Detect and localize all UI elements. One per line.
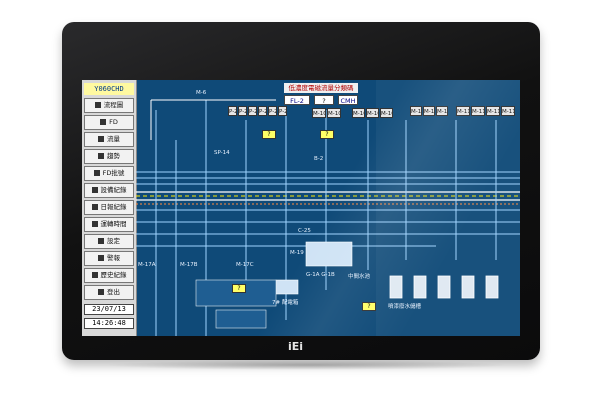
label-sp14: SP-14 — [214, 150, 230, 156]
diagram-title: 低濃度電磁流量分類碼 — [284, 83, 358, 93]
unit-m11a[interactable]: M-11A — [410, 106, 422, 116]
unit-p2e[interactable]: P-2E — [268, 106, 277, 116]
brand-logo: iEi — [288, 340, 304, 353]
daily-report-icon — [91, 204, 98, 210]
settings-icon — [98, 238, 104, 244]
unit-m11e[interactable]: M-11E — [471, 106, 485, 116]
alarm-icon — [98, 255, 104, 261]
sidebar-button-settings[interactable]: 設定 — [84, 234, 134, 249]
sidebar-button-alarm[interactable]: 警報 — [84, 251, 134, 266]
flow-chart-icon — [94, 102, 101, 108]
unit-p2b[interactable]: P-2B — [238, 106, 247, 116]
sidebar-button-batch[interactable]: FD批號 — [84, 166, 134, 181]
hmi-screen: Y060CHD 流程圖 FD 流量 趨勢 FD批號 設備紀錄 日報紀錄 運轉時間… — [82, 80, 520, 336]
sidebar-button-trend[interactable]: 趨勢 — [84, 149, 134, 164]
sidebar-header: Y060CHD — [84, 83, 134, 95]
label-m19: M-19 — [290, 250, 304, 256]
value-box-4[interactable]: ? — [362, 302, 376, 311]
fl-label: FL-2 — [284, 95, 310, 105]
date-display: 23/07/13 — [84, 304, 134, 315]
fl-value[interactable]: ? — [314, 95, 334, 105]
sidebar-button-logout[interactable]: 登出 — [84, 285, 134, 300]
unit-p2d[interactable]: P-2D — [258, 106, 267, 116]
sidebar-button-runtime[interactable]: 運轉時間 — [84, 217, 134, 232]
sidebar-button-daily-report[interactable]: 日報紀錄 — [84, 200, 134, 215]
label-c25: C-25 — [298, 228, 311, 234]
batch-icon — [93, 170, 100, 176]
value-box-1[interactable]: ? — [262, 130, 276, 139]
unit-m11d[interactable]: M-11D — [456, 106, 470, 116]
label-distribution-box: 7# 配電箱 — [272, 300, 299, 306]
time-display: 14:26:48 — [84, 318, 134, 329]
runtime-icon — [91, 221, 98, 227]
unit-m11f[interactable]: M-11F — [486, 106, 500, 116]
unit-m10a[interactable]: M-10A — [312, 108, 326, 118]
history-icon — [91, 272, 98, 278]
process-diagram: 低濃度電磁流量分類碼 FL-2 ? CMH P-2A P-2B P-2C P-2… — [136, 80, 520, 336]
sidebar-button-flow-chart[interactable]: 流程圖 — [84, 98, 134, 113]
fd-icon — [100, 119, 107, 125]
unit-p2c[interactable]: P-2C — [248, 106, 257, 116]
logout-icon — [98, 289, 104, 295]
label-g1a-g1b: G-1A G-1B — [306, 272, 335, 278]
label-paint-wastewater-tank: 噴漆廢水儲槽 — [388, 304, 422, 310]
unit-m11c[interactable]: M-11C — [436, 106, 448, 116]
unit-m10d[interactable]: M-10D — [366, 108, 379, 118]
unit-m11b[interactable]: M-11B — [423, 106, 435, 116]
unit-p2f[interactable]: P-2F — [278, 106, 287, 116]
unit-m10c[interactable]: M-10C — [352, 108, 365, 118]
flow-icon — [98, 136, 104, 142]
pipe-network — [136, 80, 520, 336]
label-middle-pool: 中間水池 — [348, 274, 371, 280]
sidebar-button-flow[interactable]: 流量 — [84, 132, 134, 147]
sidebar-button-fd[interactable]: FD — [84, 115, 134, 130]
sidebar-button-equipment-log[interactable]: 設備紀錄 — [84, 183, 134, 198]
label-m6: M-6 — [196, 90, 207, 96]
value-box-3[interactable]: ? — [232, 284, 246, 293]
unit-m10b[interactable]: M-10B — [327, 108, 341, 118]
unit-m11g[interactable]: M-11G — [501, 106, 515, 116]
sidebar-button-history[interactable]: 歷史紀錄 — [84, 268, 134, 283]
equipment-log-icon — [91, 187, 98, 193]
unit-m10e[interactable]: M-10E — [380, 108, 393, 118]
value-box-2[interactable]: ? — [320, 130, 334, 139]
sidebar: Y060CHD 流程圖 FD 流量 趨勢 FD批號 設備紀錄 日報紀錄 運轉時間… — [82, 80, 137, 336]
label-m17b: M-17B — [180, 262, 198, 268]
fl-unit: CMH — [338, 95, 358, 105]
label-m17c: M-17C — [236, 262, 254, 268]
label-b2: B-2 — [314, 156, 324, 162]
panel-pc-bezel: Y060CHD 流程圖 FD 流量 趨勢 FD批號 設備紀錄 日報紀錄 運轉時間… — [62, 22, 540, 370]
unit-p2a[interactable]: P-2A — [228, 106, 237, 116]
label-m17a: M-17A — [138, 262, 156, 268]
trend-icon — [98, 153, 104, 159]
